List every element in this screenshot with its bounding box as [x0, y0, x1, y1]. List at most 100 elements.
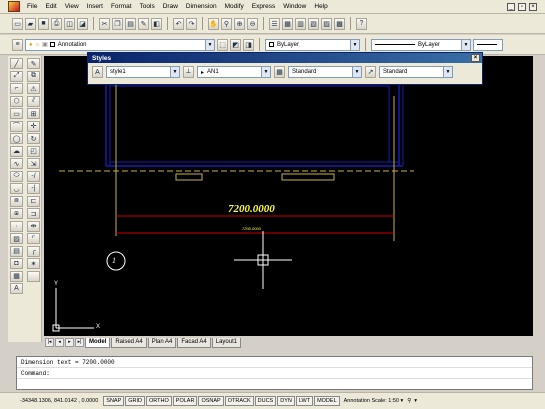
stretch-icon[interactable]: ⇲: [27, 158, 40, 169]
first-tab-icon[interactable]: |◂: [45, 338, 54, 347]
circle-icon[interactable]: ◯: [10, 133, 23, 144]
model-toggle[interactable]: MODEL: [314, 396, 340, 406]
dimension-style-icon[interactable]: ⟂: [183, 66, 194, 78]
rotate-icon[interactable]: ↻: [27, 133, 40, 144]
publish-icon[interactable]: ◪: [77, 17, 88, 30]
lineweight-dropdown[interactable]: [473, 38, 503, 51]
fillet-icon[interactable]: ╭: [27, 245, 40, 257]
layer-dropdown[interactable]: ● ☼ ▣ Annotation ▼: [25, 38, 215, 51]
dyn-toggle[interactable]: DYN: [277, 396, 295, 406]
spline-icon[interactable]: ∿: [10, 158, 23, 169]
tray-settings-icon[interactable]: ▾: [414, 398, 417, 404]
pan-icon[interactable]: ✋: [208, 17, 219, 30]
polar-toggle[interactable]: POLAR: [172, 396, 198, 406]
multileader-style-icon[interactable]: ↗: [365, 66, 376, 78]
grid-toggle[interactable]: GRID: [125, 396, 146, 406]
osnap-toggle[interactable]: OSNAP: [198, 396, 224, 406]
chevron-down-icon[interactable]: ▼: [350, 39, 359, 50]
revision-cloud-icon[interactable]: ☁: [10, 145, 23, 157]
menu-edit[interactable]: Edit: [41, 0, 60, 14]
coordinate-readout[interactable]: -34348.1306, 841.0142 , 0.0000: [20, 398, 98, 404]
rectangle-icon[interactable]: ▭: [10, 108, 23, 119]
multileader-style-dropdown[interactable]: Standard ▼: [379, 66, 453, 78]
tab-plan-a4[interactable]: Plan A4: [147, 337, 177, 348]
tab-model[interactable]: Model: [85, 337, 111, 348]
menu-draw[interactable]: Draw: [159, 0, 182, 14]
menu-format[interactable]: Format: [107, 0, 136, 14]
gradient-icon[interactable]: ▤: [10, 245, 23, 257]
drawing-area[interactable]: 7200.0000 7200.0000 1 Y X: [44, 56, 533, 336]
dimension-text-small[interactable]: 7200.0000: [242, 226, 261, 231]
point-icon[interactable]: ·: [10, 220, 23, 232]
menu-tools[interactable]: Tools: [136, 0, 159, 14]
close-icon[interactable]: ×: [529, 2, 537, 11]
zoom-realtime-icon[interactable]: ⚲: [221, 17, 232, 30]
lwt-toggle[interactable]: LWT: [295, 396, 314, 406]
next-tab-icon[interactable]: ▸: [65, 338, 74, 347]
explode-icon[interactable]: ✶: [27, 258, 40, 269]
ellipse-icon[interactable]: ⬭: [10, 170, 23, 182]
menu-insert[interactable]: Insert: [83, 0, 107, 14]
dimension-style-dropdown[interactable]: ▸ AN1 ▼: [197, 66, 271, 78]
layer-previous-icon[interactable]: ◩: [230, 38, 241, 51]
design-center-icon[interactable]: ▦: [282, 17, 293, 30]
styles-titlebar[interactable]: Styles ×: [88, 53, 482, 63]
properties-icon[interactable]: ☰: [269, 17, 280, 30]
quickcalc-icon[interactable]: ▩: [334, 17, 345, 30]
chevron-down-icon[interactable]: ▼: [352, 67, 361, 77]
mirror-icon[interactable]: ⚠: [27, 83, 40, 94]
ducs-toggle[interactable]: DUCS: [254, 396, 277, 406]
open-icon[interactable]: ▰: [25, 17, 36, 30]
scale-icon[interactable]: ◰: [27, 145, 40, 157]
otrack-toggle[interactable]: OTRACK: [224, 396, 254, 406]
cut-icon[interactable]: ✂: [99, 17, 110, 30]
plot-preview-icon[interactable]: ◫: [64, 17, 75, 30]
match-properties-icon[interactable]: ✎: [138, 17, 149, 30]
menu-express[interactable]: Express: [248, 0, 279, 14]
table-style-icon[interactable]: ▦: [274, 66, 285, 78]
paste-icon[interactable]: ▤: [125, 17, 136, 30]
construction-line-icon[interactable]: ⤢: [10, 70, 23, 82]
chevron-down-icon[interactable]: ▼: [443, 67, 452, 77]
polyline-icon[interactable]: ⌐: [10, 83, 23, 94]
region-icon[interactable]: ◘: [10, 258, 23, 269]
polygon-icon[interactable]: ⬡: [10, 95, 23, 107]
menu-help[interactable]: Help: [310, 0, 331, 14]
close-icon[interactable]: ×: [471, 54, 480, 62]
minimize-icon[interactable]: _: [507, 2, 515, 11]
ortho-toggle[interactable]: ORTHO: [146, 396, 172, 406]
arc-icon[interactable]: ⌒: [10, 120, 23, 132]
menu-window[interactable]: Window: [279, 0, 310, 14]
layer-states-icon[interactable]: ◨: [243, 38, 254, 51]
dimension-text[interactable]: 7200.0000: [228, 203, 275, 215]
text-style-icon[interactable]: A: [92, 66, 103, 78]
extend-icon[interactable]: -|: [27, 183, 40, 194]
join-icon[interactable]: ⇹: [27, 220, 40, 232]
snap-toggle[interactable]: SNAP: [103, 396, 125, 406]
tab-layout1[interactable]: Layout1: [211, 337, 242, 348]
layer-manager-icon[interactable]: ≡: [12, 38, 23, 51]
sheet-set-icon[interactable]: ▧: [308, 17, 319, 30]
text-style-dropdown[interactable]: style1 ▼: [106, 66, 180, 78]
menu-dimension[interactable]: Dimension: [182, 0, 221, 14]
restore-icon[interactable]: ▫: [518, 2, 526, 11]
command-line[interactable]: Dimension text = 7200.0000 Command:: [16, 356, 533, 390]
chevron-down-icon[interactable]: ▼: [205, 39, 214, 50]
linetype-dropdown[interactable]: ByLayer ▼: [371, 38, 471, 51]
undo-icon[interactable]: ↶: [173, 17, 184, 30]
zoom-previous-icon[interactable]: ⊖: [247, 17, 258, 30]
new-icon[interactable]: ▭: [12, 17, 23, 30]
mtext-icon[interactable]: A: [10, 283, 23, 294]
break-icon[interactable]: ⊐: [27, 208, 40, 219]
tool-palettes-icon[interactable]: ▥: [295, 17, 306, 30]
command-prompt[interactable]: Command:: [17, 368, 532, 379]
color-dropdown[interactable]: ByLayer ▼: [265, 38, 360, 51]
redo-icon[interactable]: ↷: [186, 17, 197, 30]
zoom-window-icon[interactable]: ⊕: [234, 17, 245, 30]
table-icon[interactable]: ▦: [10, 270, 23, 282]
tab-facad-a4[interactable]: Facad A4: [177, 337, 211, 348]
markup-icon[interactable]: ▨: [321, 17, 332, 30]
copy-object-icon[interactable]: ⧉: [27, 70, 40, 82]
menu-file[interactable]: File: [23, 0, 41, 14]
break-at-point-icon[interactable]: ⊏: [27, 195, 40, 207]
